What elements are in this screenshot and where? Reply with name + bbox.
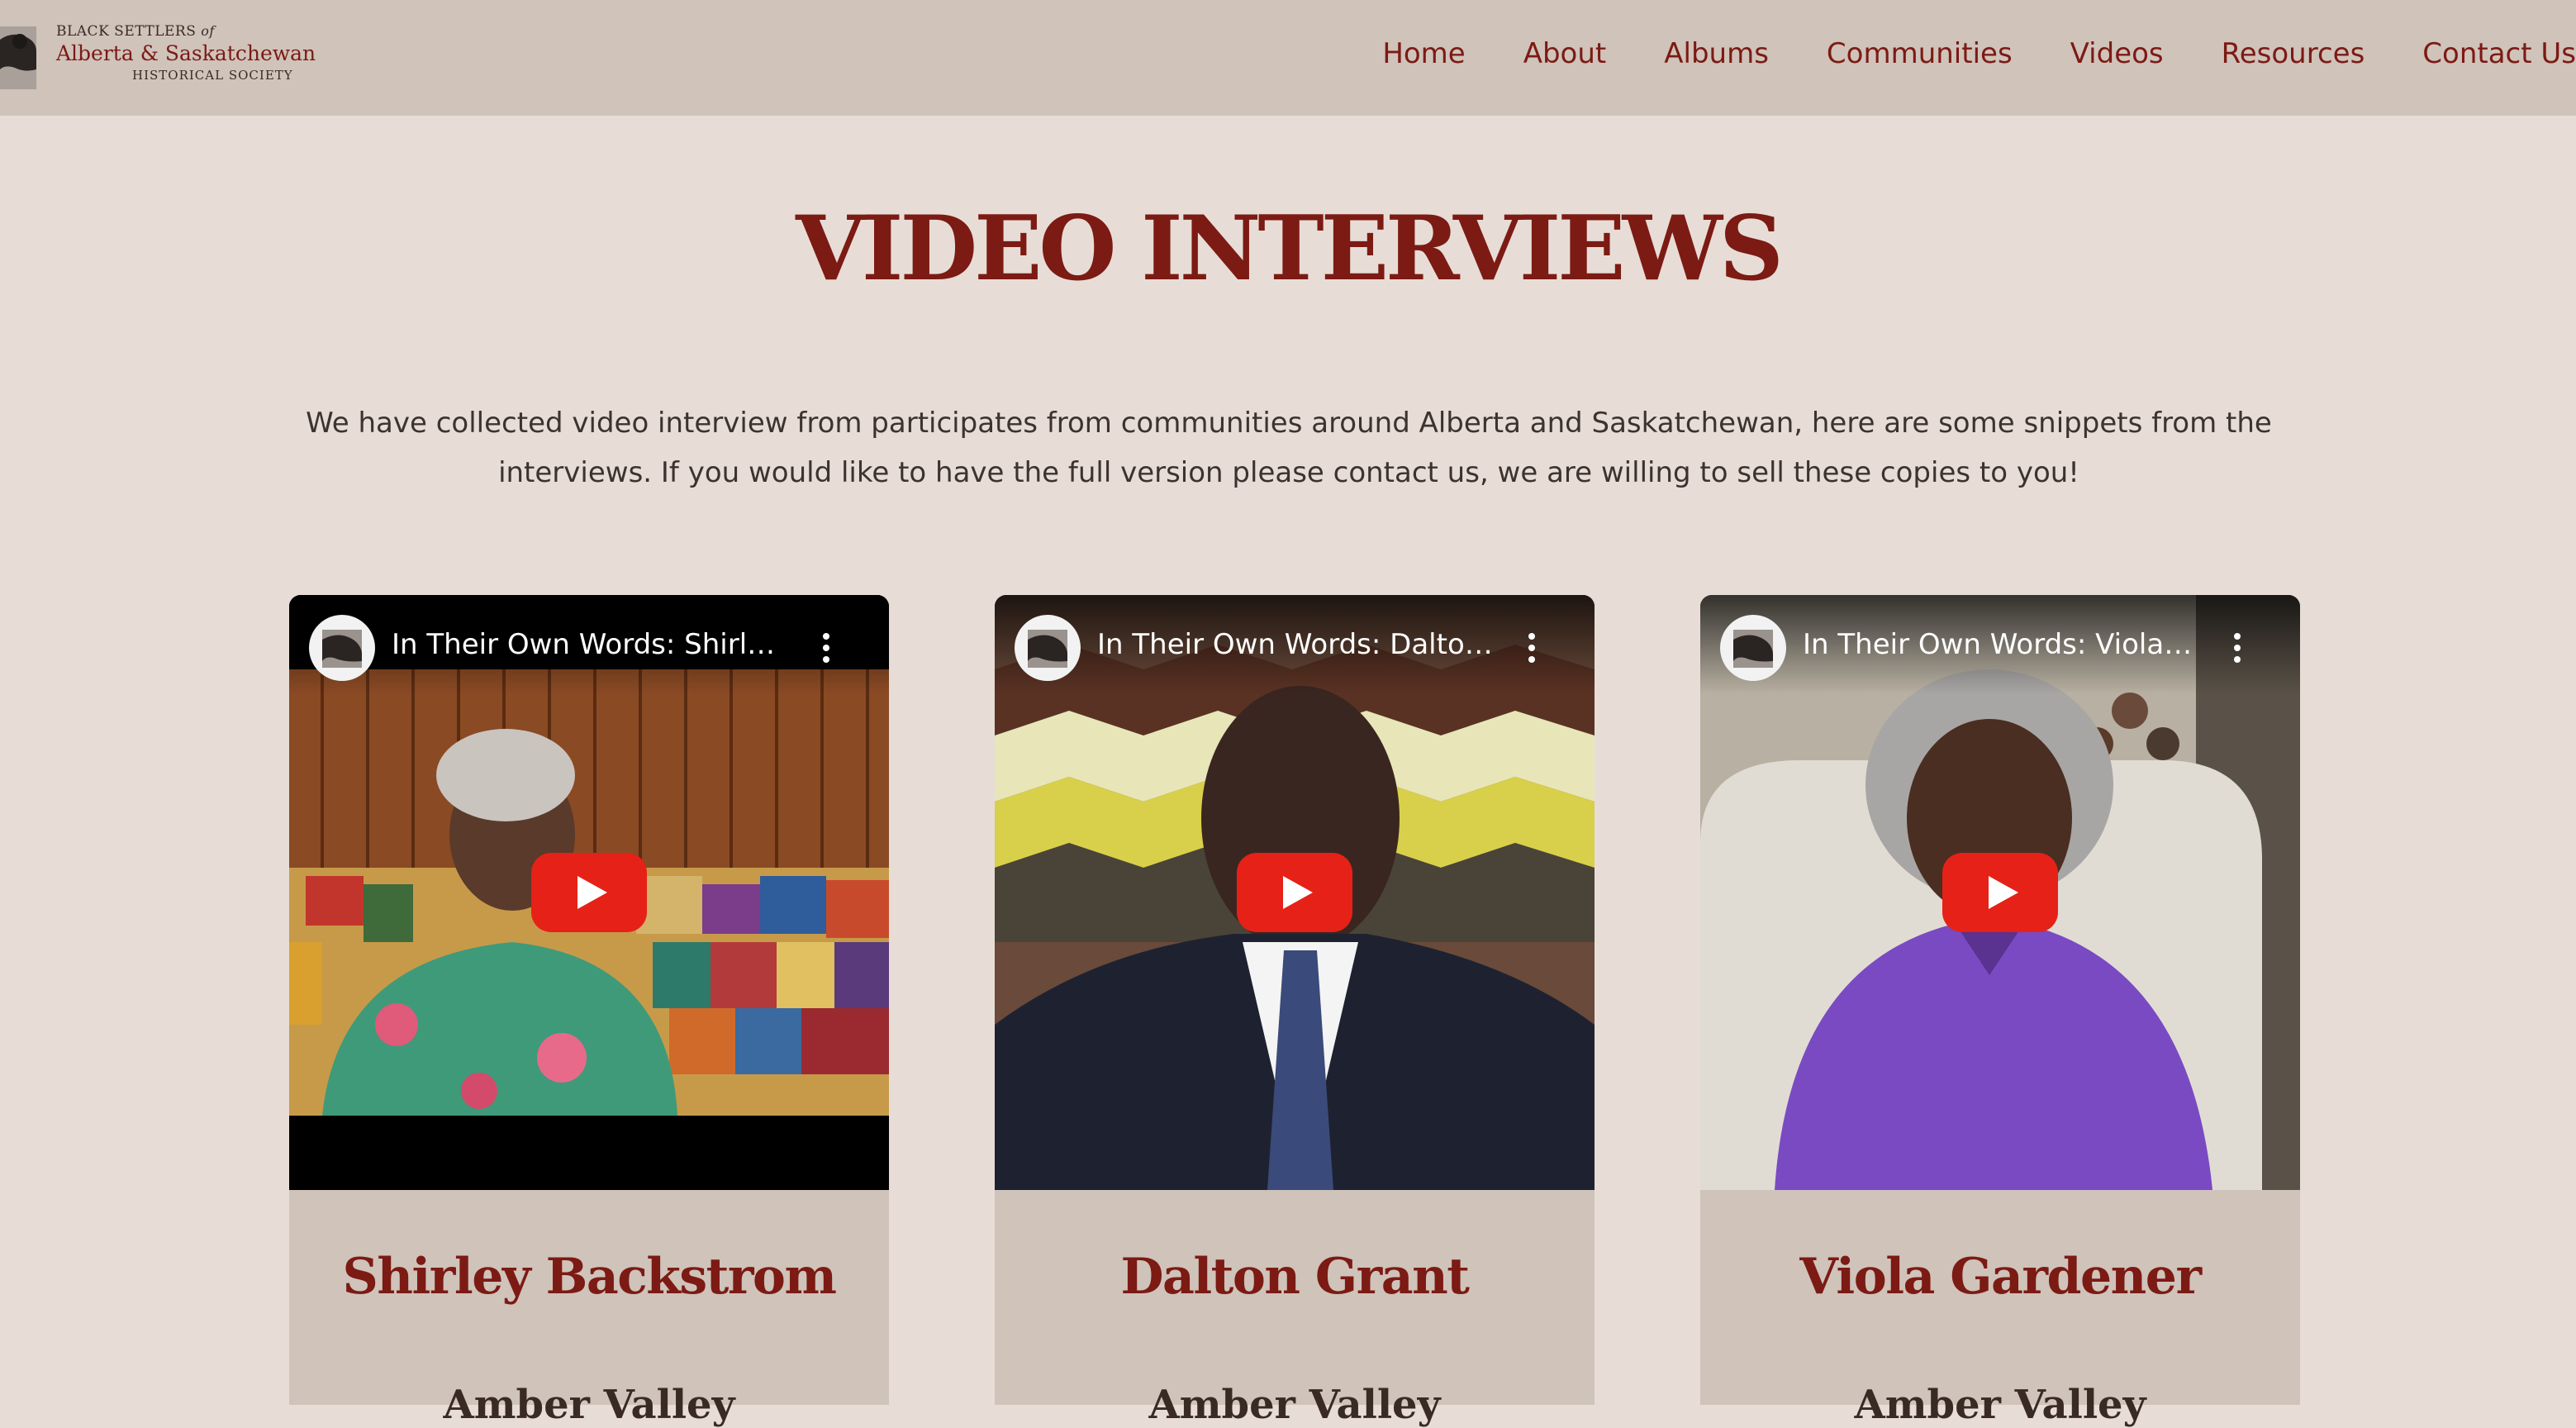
intro-text: We have collected video interview from p… [306,407,2272,489]
kebab-menu-icon[interactable] [818,631,834,664]
card-info: Dalton Grant Amber Valley [995,1190,1595,1428]
video-player[interactable]: In Their Own Words: Dalton ... [995,595,1595,1190]
youtube-play-icon[interactable] [1237,853,1352,932]
interviewee-name: Dalton Grant [1120,1248,1470,1306]
site-header: BLACK SETTLERS of Alberta & Saskatchewan… [0,0,2576,116]
main-nav: Home About Albums Communities Videos Res… [1382,0,2576,107]
video-card-viola: In Their Own Words: Viola G... Viola Gar… [1700,595,2300,1428]
card-info: Shirley Backstrom Amber Valley [289,1190,889,1428]
video-title[interactable]: In Their Own Words: Shirley ... [392,628,788,661]
logo-line-2: Alberta & Saskatchewan [56,41,316,65]
page-title: VIDEO INTERVIEWS [796,197,1784,301]
nav-videos[interactable]: Videos [2070,37,2164,70]
kebab-menu-icon[interactable] [1523,631,1540,664]
nav-communities[interactable]: Communities [1827,37,2013,70]
video-player[interactable]: In Their Own Words: Shirley ... [289,595,889,1190]
channel-avatar-icon[interactable] [1015,615,1081,681]
video-card-dalton: In Their Own Words: Dalton ... Dalton Gr… [995,595,1595,1428]
youtube-play-icon[interactable] [1942,853,2058,932]
nav-about[interactable]: About [1523,37,1607,70]
interviewee-community: Amber Valley [443,1382,735,1428]
kebab-menu-icon[interactable] [2229,631,2246,664]
video-title[interactable]: In Their Own Words: Viola G... [1803,628,2199,661]
video-title[interactable]: In Their Own Words: Dalton ... [1097,628,1494,661]
channel-avatar-icon[interactable] [1720,615,1786,681]
youtube-play-icon[interactable] [531,853,647,932]
video-card-shirley: In Their Own Words: Shirley ... Shirley … [289,595,889,1428]
card-info: Viola Gardener Amber Valley [1700,1190,2300,1428]
interviewee-name: Viola Gardener [1799,1248,2202,1306]
silhouette-logo-icon [0,26,36,89]
nav-resources[interactable]: Resources [2222,37,2365,70]
logo-line-1: BLACK SETTLERS of [56,23,215,40]
interviewee-community: Amber Valley [1148,1382,1441,1428]
channel-avatar-icon[interactable] [309,615,375,681]
video-player[interactable]: In Their Own Words: Viola G... [1700,595,2300,1190]
interviewee-name: Shirley Backstrom [342,1248,837,1306]
site-logo[interactable]: BLACK SETTLERS of Alberta & Saskatchewan… [0,18,316,98]
interviewee-community: Amber Valley [1854,1382,2146,1428]
nav-contact-us[interactable]: Contact Us [2422,37,2576,70]
nav-albums[interactable]: Albums [1664,37,1769,70]
logo-line-3: HISTORICAL SOCIETY [132,68,293,83]
nav-home[interactable]: Home [1382,37,1465,70]
